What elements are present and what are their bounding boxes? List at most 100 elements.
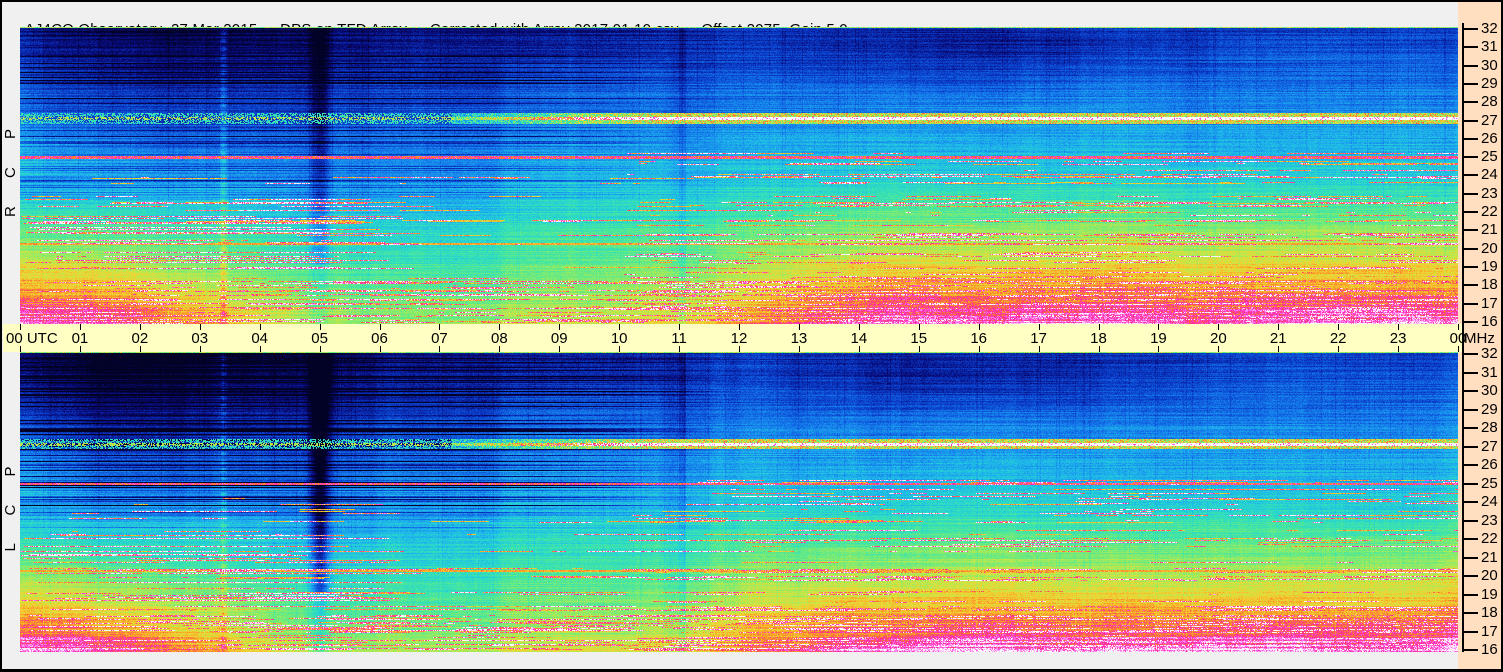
lcp-spectrogram [20, 352, 1458, 652]
frequency-tick [1462, 538, 1478, 540]
frequency-tick-label: 20 [1481, 567, 1498, 584]
frequency-tick [1462, 229, 1478, 231]
frequency-tick [1462, 138, 1478, 140]
frequency-tick [1462, 390, 1478, 392]
frequency-tick [1462, 427, 1478, 429]
time-tick-label: 21 [1269, 330, 1287, 347]
frequency-tick [1462, 211, 1478, 213]
frequency-tick-label: 24 [1481, 493, 1498, 510]
frequency-tick-label: 27 [1481, 438, 1498, 455]
frequency-tick-label: 28 [1481, 93, 1498, 110]
frequency-tick [1462, 303, 1478, 305]
frequency-tick-label: 30 [1481, 382, 1498, 399]
frequency-tick [1462, 594, 1478, 596]
frequency-tick [1462, 46, 1478, 48]
time-axis: 00 UTC 00 01 02 03 04 05 06 07 08 09 10 11 12 13 14 15… [3, 324, 1466, 352]
frequency-tick-label: 24 [1481, 166, 1498, 183]
frequency-tick [1462, 631, 1478, 633]
frequency-tick [1462, 248, 1478, 250]
frequency-tick-label: 23 [1481, 512, 1498, 529]
frequency-tick [1462, 575, 1478, 577]
lcp-panel-label: L C P [2, 454, 19, 552]
frequency-tick-label: 22 [1481, 203, 1498, 220]
frequency-tick-label: 17 [1481, 623, 1498, 640]
frequency-tick [1462, 483, 1478, 485]
frequency-tick [1462, 193, 1478, 195]
time-tick-label: 16 [970, 330, 987, 347]
spectrogram-viewer: AJ4CO Observatory 27 Mar 2015 - DPS on T… [0, 0, 1503, 672]
frequency-tick [1462, 266, 1478, 268]
frequency-tick-label: 19 [1481, 258, 1498, 275]
frequency-tick [1462, 101, 1478, 103]
time-tick-label: 23 [1389, 330, 1407, 347]
time-tick-label: 15 [910, 330, 928, 347]
time-tick-label: 08 [490, 330, 508, 347]
time-tick-label: 20 [1209, 330, 1227, 347]
time-tick-label: 01 [71, 330, 89, 347]
frequency-tick [1462, 174, 1478, 176]
frequency-tick [1462, 284, 1478, 286]
time-tick [20, 324, 21, 330]
frequency-tick [1462, 464, 1478, 466]
frequency-tick-label: 25 [1481, 148, 1498, 165]
time-tick-label: 17 [1030, 330, 1047, 347]
frequency-tick [1462, 83, 1478, 85]
frequency-tick-label: 26 [1481, 456, 1498, 473]
rcp-panel-label: R C P [2, 117, 19, 218]
time-tick [20, 346, 21, 352]
frequency-tick-label: 31 [1481, 38, 1498, 55]
frequency-tick-label: 16 [1481, 641, 1498, 658]
time-tick-label: 10 [610, 330, 628, 347]
frequency-tick [1462, 353, 1478, 355]
frequency-tick-label: 20 [1481, 240, 1498, 257]
frequency-tick [1462, 557, 1478, 559]
frequency-tick-label: 26 [1481, 130, 1498, 147]
time-tick-label: 04 [251, 330, 268, 347]
frequency-tick-label: 17 [1481, 295, 1498, 312]
time-tick-label: 14 [850, 330, 868, 347]
frequency-tick [1462, 120, 1478, 122]
frequency-tick-label: 27 [1481, 112, 1498, 129]
time-tick-label: 07 [431, 330, 448, 347]
time-tick-label: 05 [311, 330, 328, 347]
frequency-tick [1462, 321, 1478, 323]
time-tick-label: 22 [1329, 330, 1347, 347]
frequency-tick [1462, 28, 1478, 30]
frequency-tick [1462, 520, 1478, 522]
time-tick-label: 12 [730, 330, 748, 347]
frequency-tick-label: 29 [1481, 75, 1498, 92]
frequency-tick-label: 18 [1481, 276, 1498, 293]
time-tick-label: 19 [1150, 330, 1167, 347]
rcp-spectrogram [20, 27, 1458, 324]
frequency-tick-label: 21 [1481, 549, 1498, 566]
frequency-tick-label: 25 [1481, 475, 1498, 492]
frequency-tick-label: 16 [1481, 313, 1498, 330]
frequency-tick [1462, 612, 1478, 614]
frequency-tick [1462, 409, 1478, 411]
time-tick-label: 09 [550, 330, 568, 347]
frequency-tick [1462, 501, 1478, 503]
time-tick-label: 03 [191, 330, 209, 347]
frequency-tick-label: 28 [1481, 419, 1498, 436]
frequency-tick [1462, 446, 1478, 448]
frequency-tick-label: 23 [1481, 185, 1498, 202]
frequency-tick-label: 32 [1481, 345, 1498, 362]
frequency-tick-label: 18 [1481, 604, 1498, 621]
time-tick [1458, 324, 1459, 330]
frequency-tick [1462, 372, 1478, 374]
frequency-tick [1462, 65, 1478, 67]
frequency-tick-label: 29 [1481, 401, 1498, 418]
frequency-tick [1462, 649, 1478, 651]
frequency-tick-label: 32 [1481, 20, 1498, 37]
frequency-tick-label: 21 [1481, 221, 1498, 238]
frequency-tick-label: 19 [1481, 586, 1498, 603]
time-first-label: 00 UTC [6, 330, 58, 347]
title-bar: AJ4CO Observatory 27 Mar 2015 - DPS on T… [8, 4, 848, 38]
time-tick-label: 02 [131, 330, 149, 347]
frequency-tick-label: 30 [1481, 57, 1498, 74]
time-tick-label: 18 [1090, 330, 1107, 347]
frequency-tick-label: 22 [1481, 530, 1498, 547]
time-tick-label: 11 [671, 330, 687, 347]
time-tick-label: 06 [371, 330, 388, 347]
frequency-tick-label: 31 [1481, 364, 1498, 381]
